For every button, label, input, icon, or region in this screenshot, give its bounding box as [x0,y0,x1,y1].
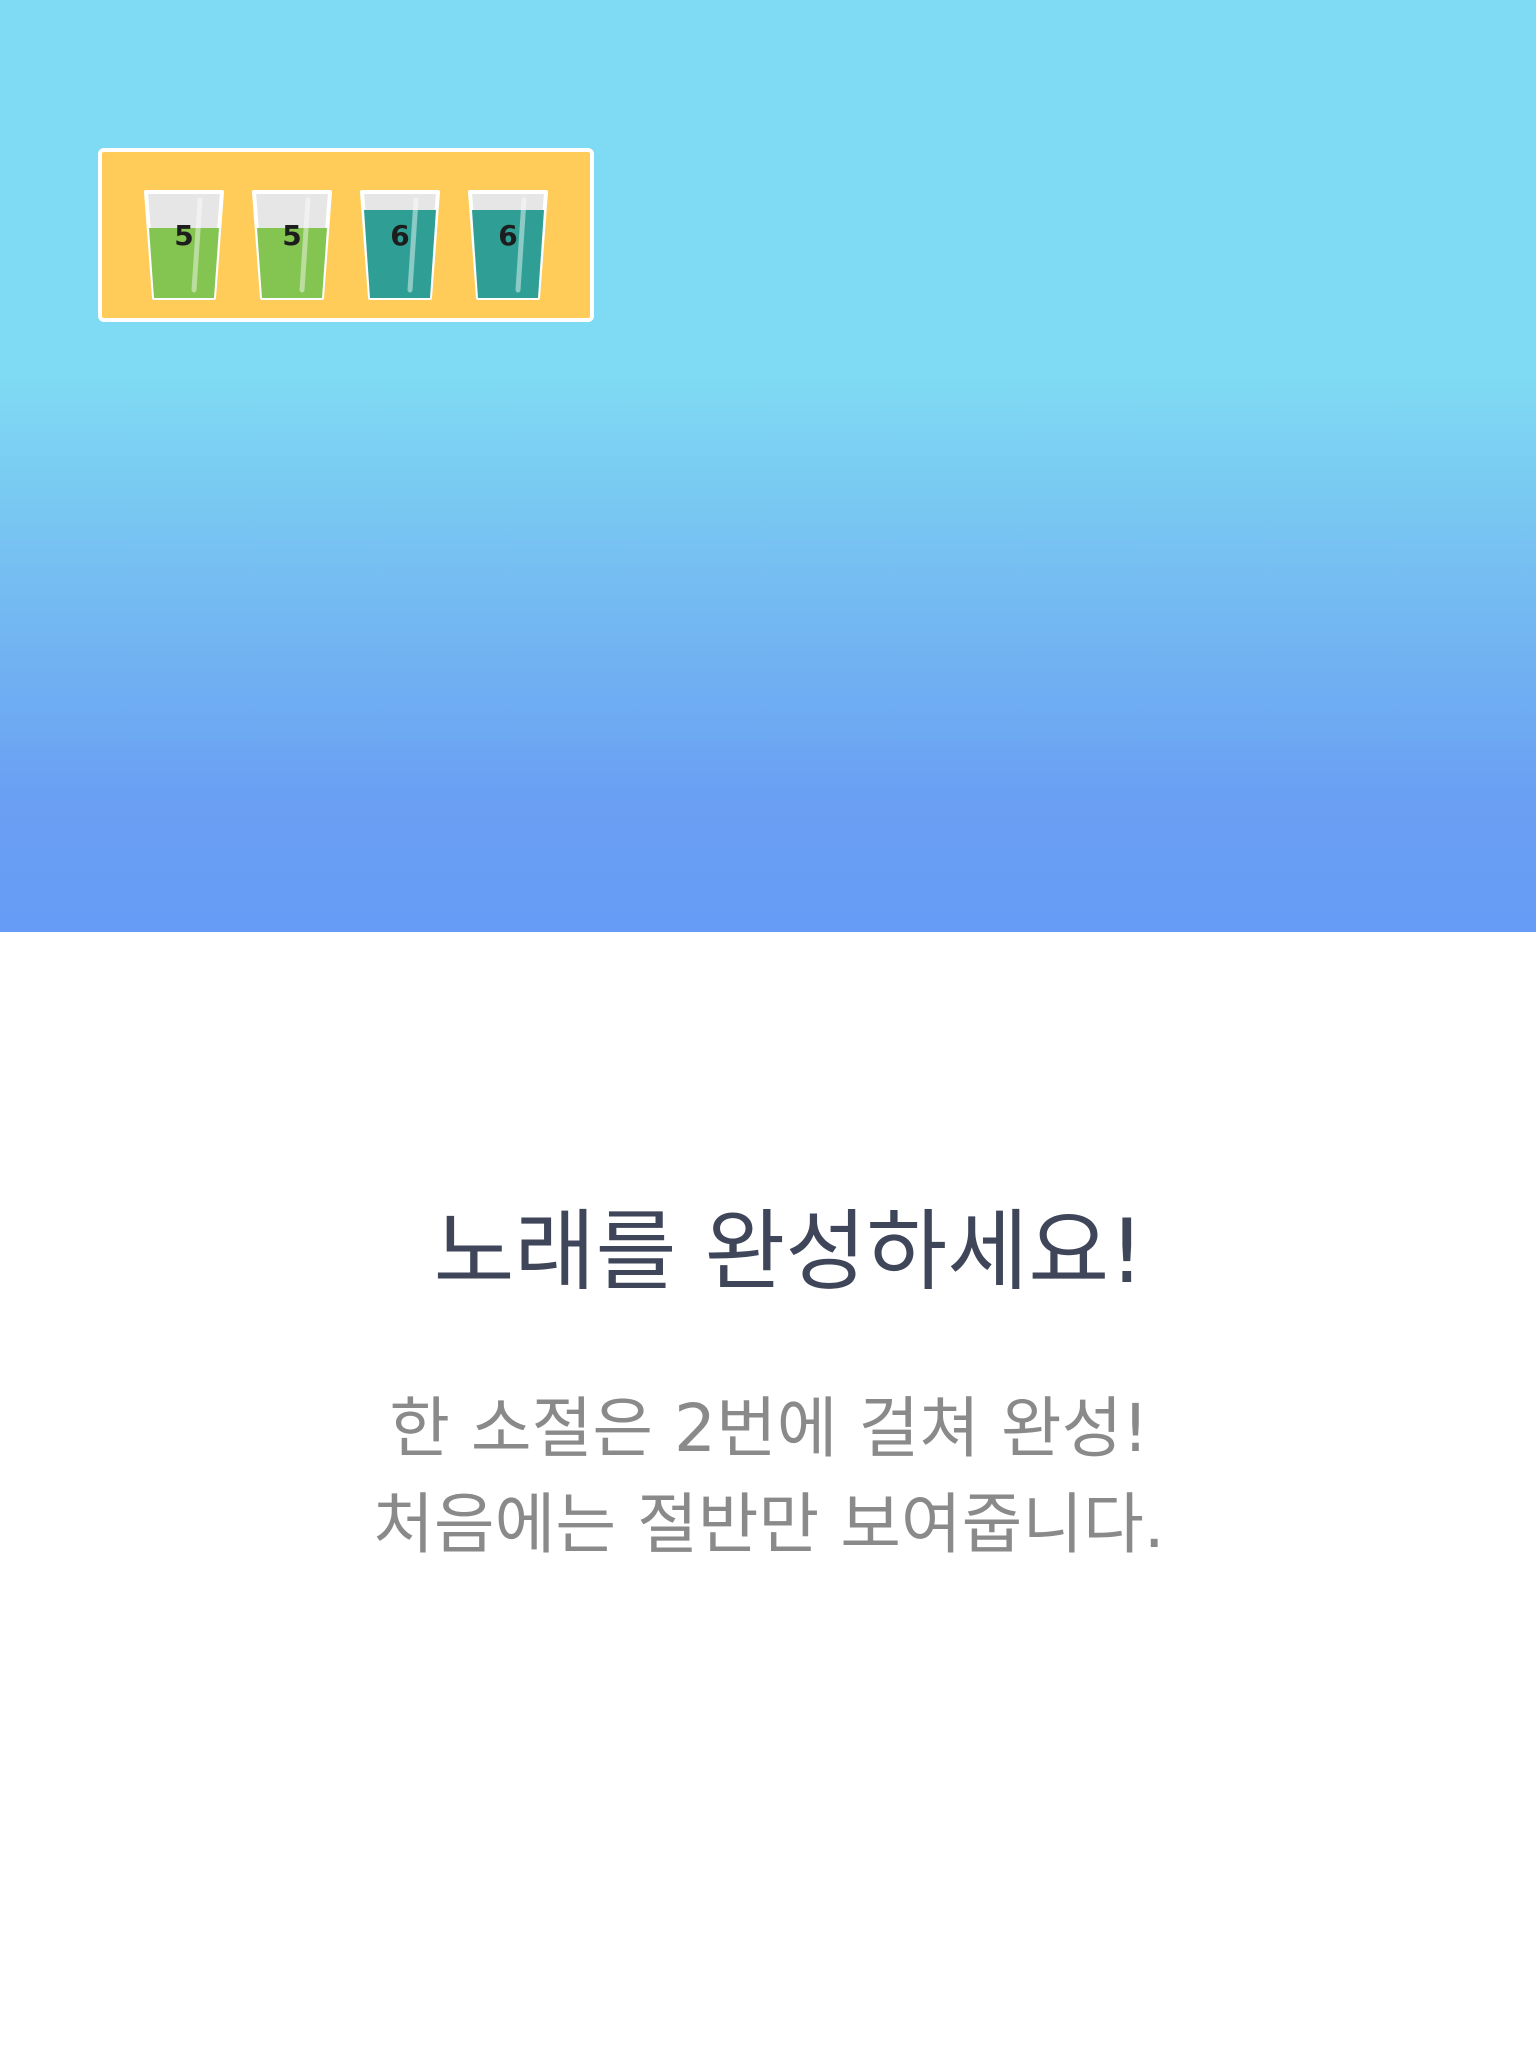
cup-3-number: 6 [390,219,410,252]
cup-panel: 5 5 6 6 [98,148,594,322]
description-line-1: 한 소절은 2번에 걸쳐 완성! [389,1390,1149,1467]
cup-1: 5 [136,182,232,304]
description-line-2: 처음에는 절반만 보여줍니다. [373,1486,1165,1563]
cup-2: 5 [244,182,340,304]
hero-banner: 5 5 6 6 [0,0,1536,932]
page-title: 노래를 완성하세요! [433,1200,1145,1303]
cup-4-number: 6 [498,219,518,252]
cup-2-number: 5 [282,219,302,252]
cup-3: 6 [352,182,448,304]
cup-1-number: 5 [174,219,194,252]
cup-4: 6 [460,182,556,304]
content-area: 노래를 완성하세요! 한 소절은 2번에 걸쳐 완성! 처음에는 절반만 보여줍… [0,932,1538,2048]
